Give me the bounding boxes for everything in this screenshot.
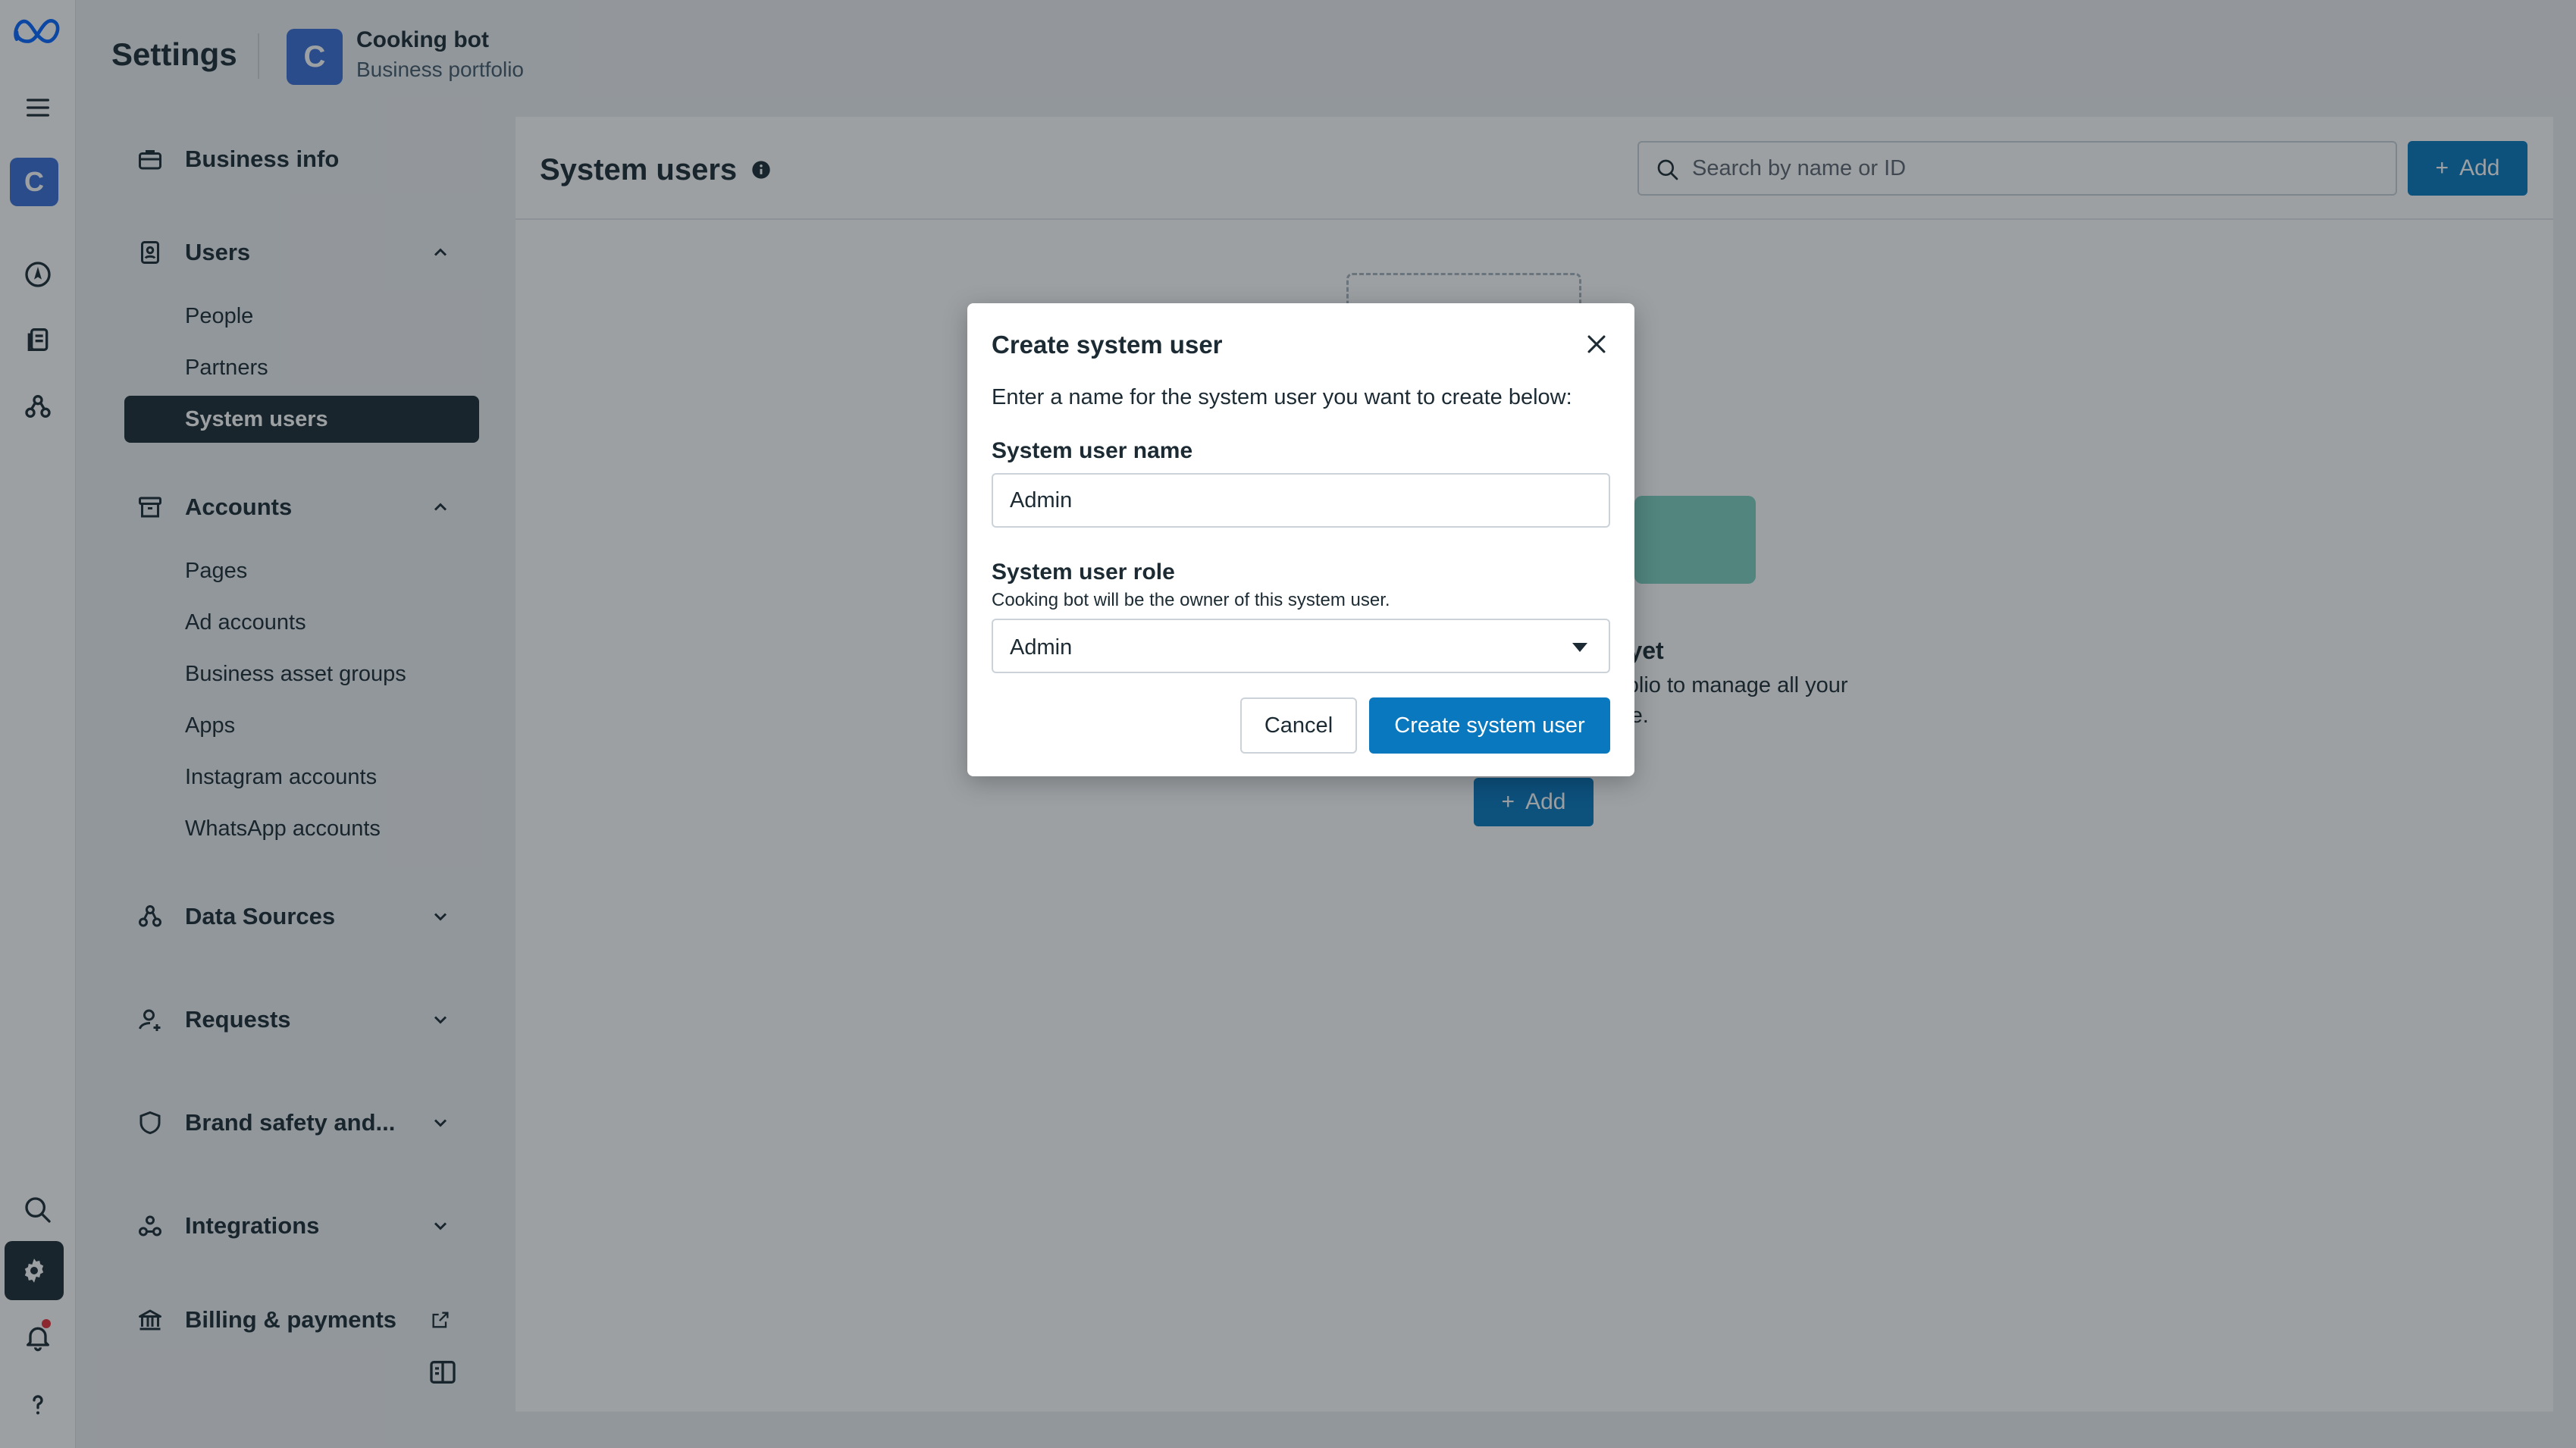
dialog-title: Create system user	[992, 331, 1223, 359]
system-user-name-label: System user name	[992, 438, 1193, 463]
system-user-role-label: System user role	[992, 559, 1175, 585]
create-system-user-button[interactable]: Create system user	[1369, 697, 1610, 754]
create-system-user-dialog: Create system user Enter a name for the …	[967, 303, 1634, 776]
system-user-name-input[interactable]	[992, 473, 1610, 528]
system-user-role-hint: Cooking bot will be the owner of this sy…	[992, 590, 1390, 610]
dialog-description: Enter a name for the system user you wan…	[992, 385, 1572, 409]
cancel-button[interactable]: Cancel	[1240, 697, 1357, 754]
caret-down-icon	[1572, 643, 1587, 652]
role-selected-value: Admin	[1010, 635, 1073, 660]
close-icon[interactable]	[1577, 324, 1616, 364]
system-user-role-select[interactable]: Admin	[992, 619, 1610, 673]
